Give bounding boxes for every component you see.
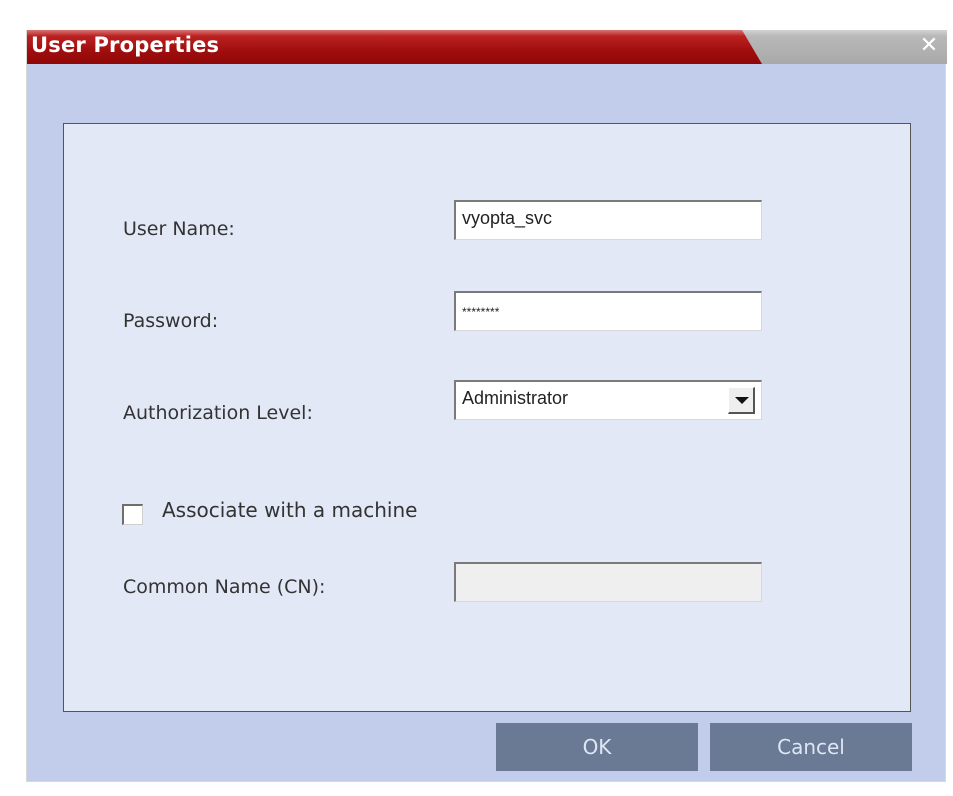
user-properties-dialog: User Properties ✕ User Name: vyopta_svc … [26,30,947,782]
authorization-level-select[interactable]: Administrator [454,380,762,420]
associate-machine-label[interactable]: Associate with a machine [162,498,417,522]
close-icon[interactable]: ✕ [917,32,941,60]
form-panel: User Name: vyopta_svc Password: ********… [63,123,911,712]
chevron-down-icon[interactable] [728,387,755,414]
dialog-title: User Properties [31,33,220,57]
user-name-input[interactable]: vyopta_svc [454,200,762,240]
associate-machine-checkbox[interactable] [122,504,143,525]
password-label: Password: [123,310,219,332]
title-bar[interactable]: User Properties ✕ [27,30,947,64]
user-name-label: User Name: [123,218,235,240]
ok-button[interactable]: OK [496,723,698,771]
common-name-input [454,562,762,602]
authorization-level-value: Administrator [462,388,569,408]
common-name-label: Common Name (CN): [123,576,326,598]
authorization-level-label: Authorization Level: [123,402,313,424]
password-input[interactable]: ******** [454,291,762,331]
cancel-button[interactable]: Cancel [710,723,912,771]
